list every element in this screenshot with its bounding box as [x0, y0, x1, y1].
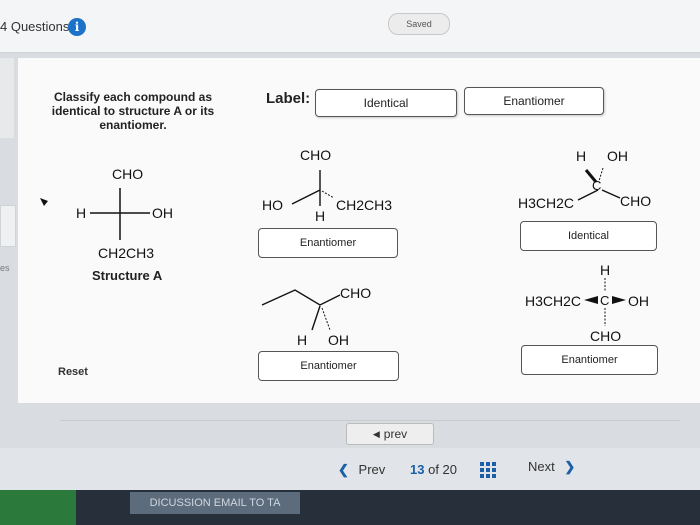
caret-left-icon: ◀	[372, 428, 380, 439]
compound-4-left: H3CH2C	[525, 293, 582, 309]
grid-icon[interactable]	[480, 462, 496, 478]
reset-button[interactable]: Reset	[58, 366, 88, 378]
discussion-email-button[interactable]: DICUSSION EMAIL TO TA	[130, 492, 300, 514]
current-page: 13	[410, 462, 425, 477]
bottom-green-tab[interactable]	[0, 490, 76, 525]
compound-4-answer-slot[interactable]: Enantiomer	[521, 345, 658, 375]
next-button[interactable]: Next ❯	[528, 459, 575, 475]
page-indicator: 13 of 20	[410, 462, 457, 477]
bottom-toolbar	[0, 490, 700, 525]
compound-4-bottom: CHO	[590, 328, 622, 344]
prev-button[interactable]: ❮ Prev	[338, 462, 385, 478]
chevron-right-icon: ❯	[564, 459, 576, 474]
page-total: of 20	[428, 462, 458, 477]
compound-4-top: H	[600, 262, 611, 278]
divider	[60, 420, 680, 421]
prev-small-label: prev	[383, 427, 408, 441]
compound-4-bonds	[584, 278, 626, 326]
compound-4-center: C	[600, 293, 610, 308]
prev-small-button[interactable]: ◀ prev	[346, 423, 434, 445]
chevron-left-icon: ❮	[338, 462, 349, 477]
prev-label: Prev	[358, 462, 386, 477]
compound-4-right: OH	[628, 293, 649, 309]
next-label: Next	[528, 459, 555, 474]
